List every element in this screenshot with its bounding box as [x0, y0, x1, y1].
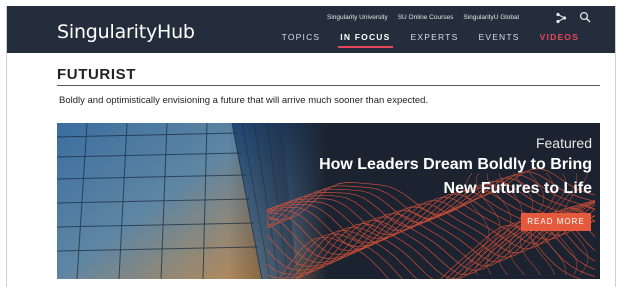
util-link-singularity-university[interactable]: Singularity University	[327, 14, 388, 21]
util-link-singularityu-global[interactable]: SingularityU Global	[463, 14, 519, 21]
main-nav: TOPICS IN FOCUS EXPERTS EVENTS VIDEOS	[272, 32, 589, 48]
nav-in-focus[interactable]: IN FOCUS	[330, 32, 400, 48]
nav-events[interactable]: EVENTS	[468, 32, 529, 48]
featured-banner[interactable]: Featured How Leaders Dream Boldly to Bri…	[57, 123, 600, 279]
nav-videos[interactable]: VIDEOS	[530, 32, 589, 48]
page-title: FUTURIST	[57, 66, 136, 83]
nav-topics[interactable]: TOPICS	[272, 32, 331, 48]
share-icon[interactable]	[555, 12, 567, 24]
title-divider	[57, 85, 600, 86]
site-header: SingularityHub Singularity University SU…	[7, 6, 615, 53]
util-link-su-online-courses[interactable]: SU Online Courses	[398, 14, 454, 21]
featured-headline[interactable]: How Leaders Dream Boldly to Bring New Fu…	[292, 153, 592, 201]
page-frame: SingularityHub Singularity University SU…	[6, 6, 616, 287]
featured-label: Featured	[535, 135, 592, 151]
site-logo[interactable]: SingularityHub	[57, 21, 195, 43]
read-more-button[interactable]: READ MORE	[521, 213, 591, 231]
utility-links: Singularity University SU Online Courses…	[327, 14, 519, 21]
search-icon[interactable]	[579, 11, 591, 23]
section-description: Boldly and optimistically envisioning a …	[59, 95, 429, 106]
nav-experts[interactable]: EXPERTS	[401, 32, 469, 48]
